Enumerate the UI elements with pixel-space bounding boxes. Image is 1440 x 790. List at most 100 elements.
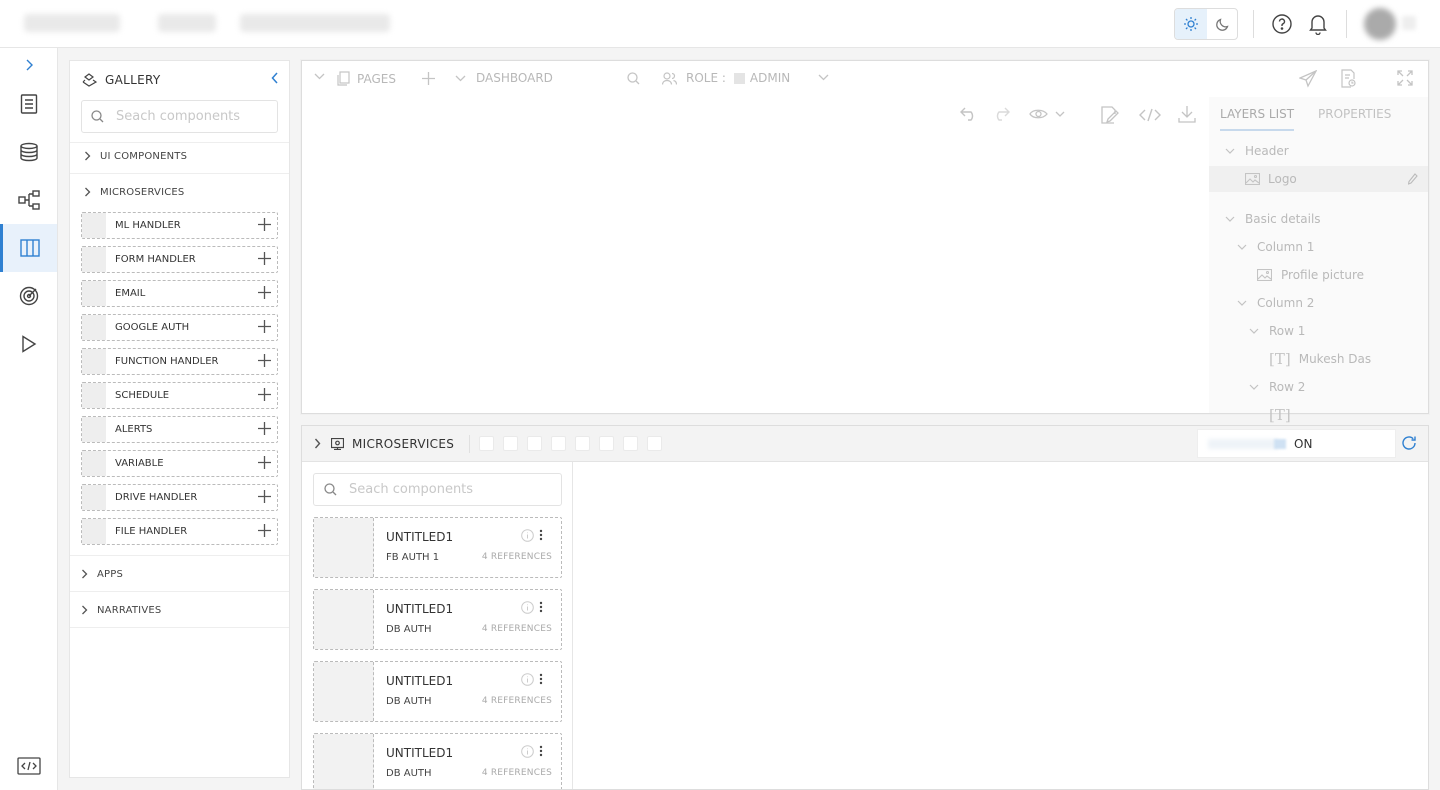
drag-handle[interactable] <box>82 349 106 374</box>
drag-handle[interactable] <box>82 213 106 238</box>
nav-builder[interactable] <box>0 224 57 272</box>
app-logo[interactable] <box>24 14 120 32</box>
microservices-search-input[interactable]: Seach components <box>313 473 562 506</box>
gallery-item[interactable]: FORM HANDLER <box>81 246 278 273</box>
nav-run[interactable] <box>0 320 57 368</box>
section-microservices[interactable]: MICROSERVICES <box>80 182 185 202</box>
fullscreen-icon[interactable] <box>1397 70 1413 86</box>
version-history-icon[interactable] <box>1340 69 1356 88</box>
microservice-card[interactable]: UNTITLED1 DB AUTH 4 REFERENCES <box>313 661 562 722</box>
toolbar-button[interactable] <box>575 436 590 451</box>
more-vertical-icon[interactable] <box>539 601 543 613</box>
chevron-down-icon[interactable] <box>314 73 325 80</box>
plus-icon[interactable] <box>422 72 435 85</box>
toolbar-button[interactable] <box>647 436 662 451</box>
toolbar-button[interactable] <box>503 436 518 451</box>
layer-text-mukesh[interactable]: [T] Mukesh Das <box>1269 346 1371 372</box>
bell-icon[interactable] <box>1306 12 1330 36</box>
microservice-card[interactable]: UNTITLED1 DB AUTH 4 REFERENCES <box>313 733 562 789</box>
plus-icon[interactable] <box>258 422 271 435</box>
nav-code[interactable] <box>0 742 57 790</box>
gallery-item[interactable]: SCHEDULE <box>81 382 278 409</box>
chevron-down-icon[interactable] <box>1402 16 1416 30</box>
plus-icon[interactable] <box>258 456 271 469</box>
drag-handle[interactable] <box>82 383 106 408</box>
layer-profile-picture[interactable]: Profile picture <box>1257 262 1364 288</box>
plus-icon[interactable] <box>258 354 271 367</box>
top-menu-item[interactable] <box>240 14 390 32</box>
toolbar-button[interactable] <box>527 436 542 451</box>
refresh-icon[interactable] <box>1401 435 1417 451</box>
gallery-item[interactable]: EMAIL <box>81 280 278 307</box>
toolbar-button[interactable] <box>479 436 494 451</box>
chevron-down-icon[interactable] <box>818 74 829 81</box>
info-icon[interactable] <box>521 529 534 542</box>
download-icon[interactable] <box>1178 105 1196 123</box>
nav-pages[interactable] <box>0 80 57 128</box>
layer-row-2[interactable]: Row 2 <box>1247 374 1305 400</box>
sun-icon[interactable] <box>1175 9 1207 39</box>
drag-handle[interactable] <box>82 281 106 306</box>
tab-properties[interactable]: PROPERTIES <box>1318 107 1391 121</box>
section-apps[interactable]: APPS <box>77 564 123 584</box>
chevron-right-icon[interactable] <box>20 56 38 74</box>
pencil-icon[interactable] <box>1408 173 1418 185</box>
toolbar-button[interactable] <box>599 436 614 451</box>
theme-toggle[interactable] <box>1174 8 1238 40</box>
nav-workflow[interactable] <box>0 176 57 224</box>
drag-handle[interactable] <box>82 485 106 510</box>
gallery-item[interactable]: DRIVE HANDLER <box>81 484 278 511</box>
role-selector[interactable]: ROLE : ADMIN <box>662 71 790 85</box>
preview-icon[interactable] <box>1029 108 1067 120</box>
info-icon[interactable] <box>521 673 534 686</box>
info-icon[interactable] <box>521 745 534 758</box>
microservice-card[interactable]: UNTITLED1 DB AUTH 4 REFERENCES <box>313 589 562 650</box>
gallery-item[interactable]: ML HANDLER <box>81 212 278 239</box>
info-icon[interactable] <box>521 601 534 614</box>
section-ui-components[interactable]: UI COMPONENTS <box>80 146 187 166</box>
drag-handle[interactable] <box>82 315 106 340</box>
section-narratives[interactable]: NARRATIVES <box>77 600 161 620</box>
layer-column-2[interactable]: Column 2 <box>1235 290 1314 316</box>
tab-layers-list[interactable]: LAYERS LIST <box>1220 107 1295 131</box>
gallery-item[interactable]: FILE HANDLER <box>81 518 278 545</box>
chevron-left-icon[interactable] <box>271 72 279 84</box>
more-vertical-icon[interactable] <box>539 529 543 541</box>
more-vertical-icon[interactable] <box>539 673 543 685</box>
help-circle-icon[interactable] <box>1270 12 1294 36</box>
plus-icon[interactable] <box>258 218 271 231</box>
plus-icon[interactable] <box>258 524 271 537</box>
top-menu-item[interactable] <box>158 14 216 32</box>
drag-handle[interactable] <box>82 247 106 272</box>
plus-icon[interactable] <box>258 252 271 265</box>
publish-icon[interactable] <box>1299 70 1317 88</box>
moon-icon[interactable] <box>1207 9 1237 39</box>
more-vertical-icon[interactable] <box>539 745 543 757</box>
dashboard-selector[interactable]: DASHBOARD <box>455 71 553 85</box>
redo-icon[interactable] <box>992 107 1010 121</box>
nav-database[interactable] <box>0 128 57 176</box>
nav-goals[interactable] <box>0 272 57 320</box>
code-icon[interactable] <box>1139 108 1161 122</box>
gallery-item[interactable]: FUNCTION HANDLER <box>81 348 278 375</box>
avatar[interactable] <box>1364 8 1396 40</box>
plus-icon[interactable] <box>258 388 271 401</box>
chevron-right-icon[interactable] <box>314 438 321 449</box>
microservice-card[interactable]: UNTITLED1 FB AUTH 1 4 REFERENCES <box>313 517 562 578</box>
toolbar-button[interactable] <box>623 436 638 451</box>
search-icon[interactable] <box>627 72 640 85</box>
plus-icon[interactable] <box>258 286 271 299</box>
drag-handle[interactable] <box>82 519 106 544</box>
layer-header[interactable]: Header <box>1223 138 1289 164</box>
undo-icon[interactable] <box>960 107 978 121</box>
layer-column-1[interactable]: Column 1 <box>1235 234 1314 260</box>
plus-icon[interactable] <box>258 320 271 333</box>
layer-row-1[interactable]: Row 1 <box>1247 318 1305 344</box>
drag-handle[interactable] <box>82 417 106 442</box>
gallery-search-input[interactable]: Seach components <box>81 100 278 133</box>
gallery-item[interactable]: VARIABLE <box>81 450 278 477</box>
layer-logo[interactable]: Logo <box>1209 166 1428 192</box>
drag-handle[interactable] <box>82 451 106 476</box>
gallery-item[interactable]: ALERTS <box>81 416 278 443</box>
pages-selector[interactable]: PAGES <box>337 71 396 86</box>
